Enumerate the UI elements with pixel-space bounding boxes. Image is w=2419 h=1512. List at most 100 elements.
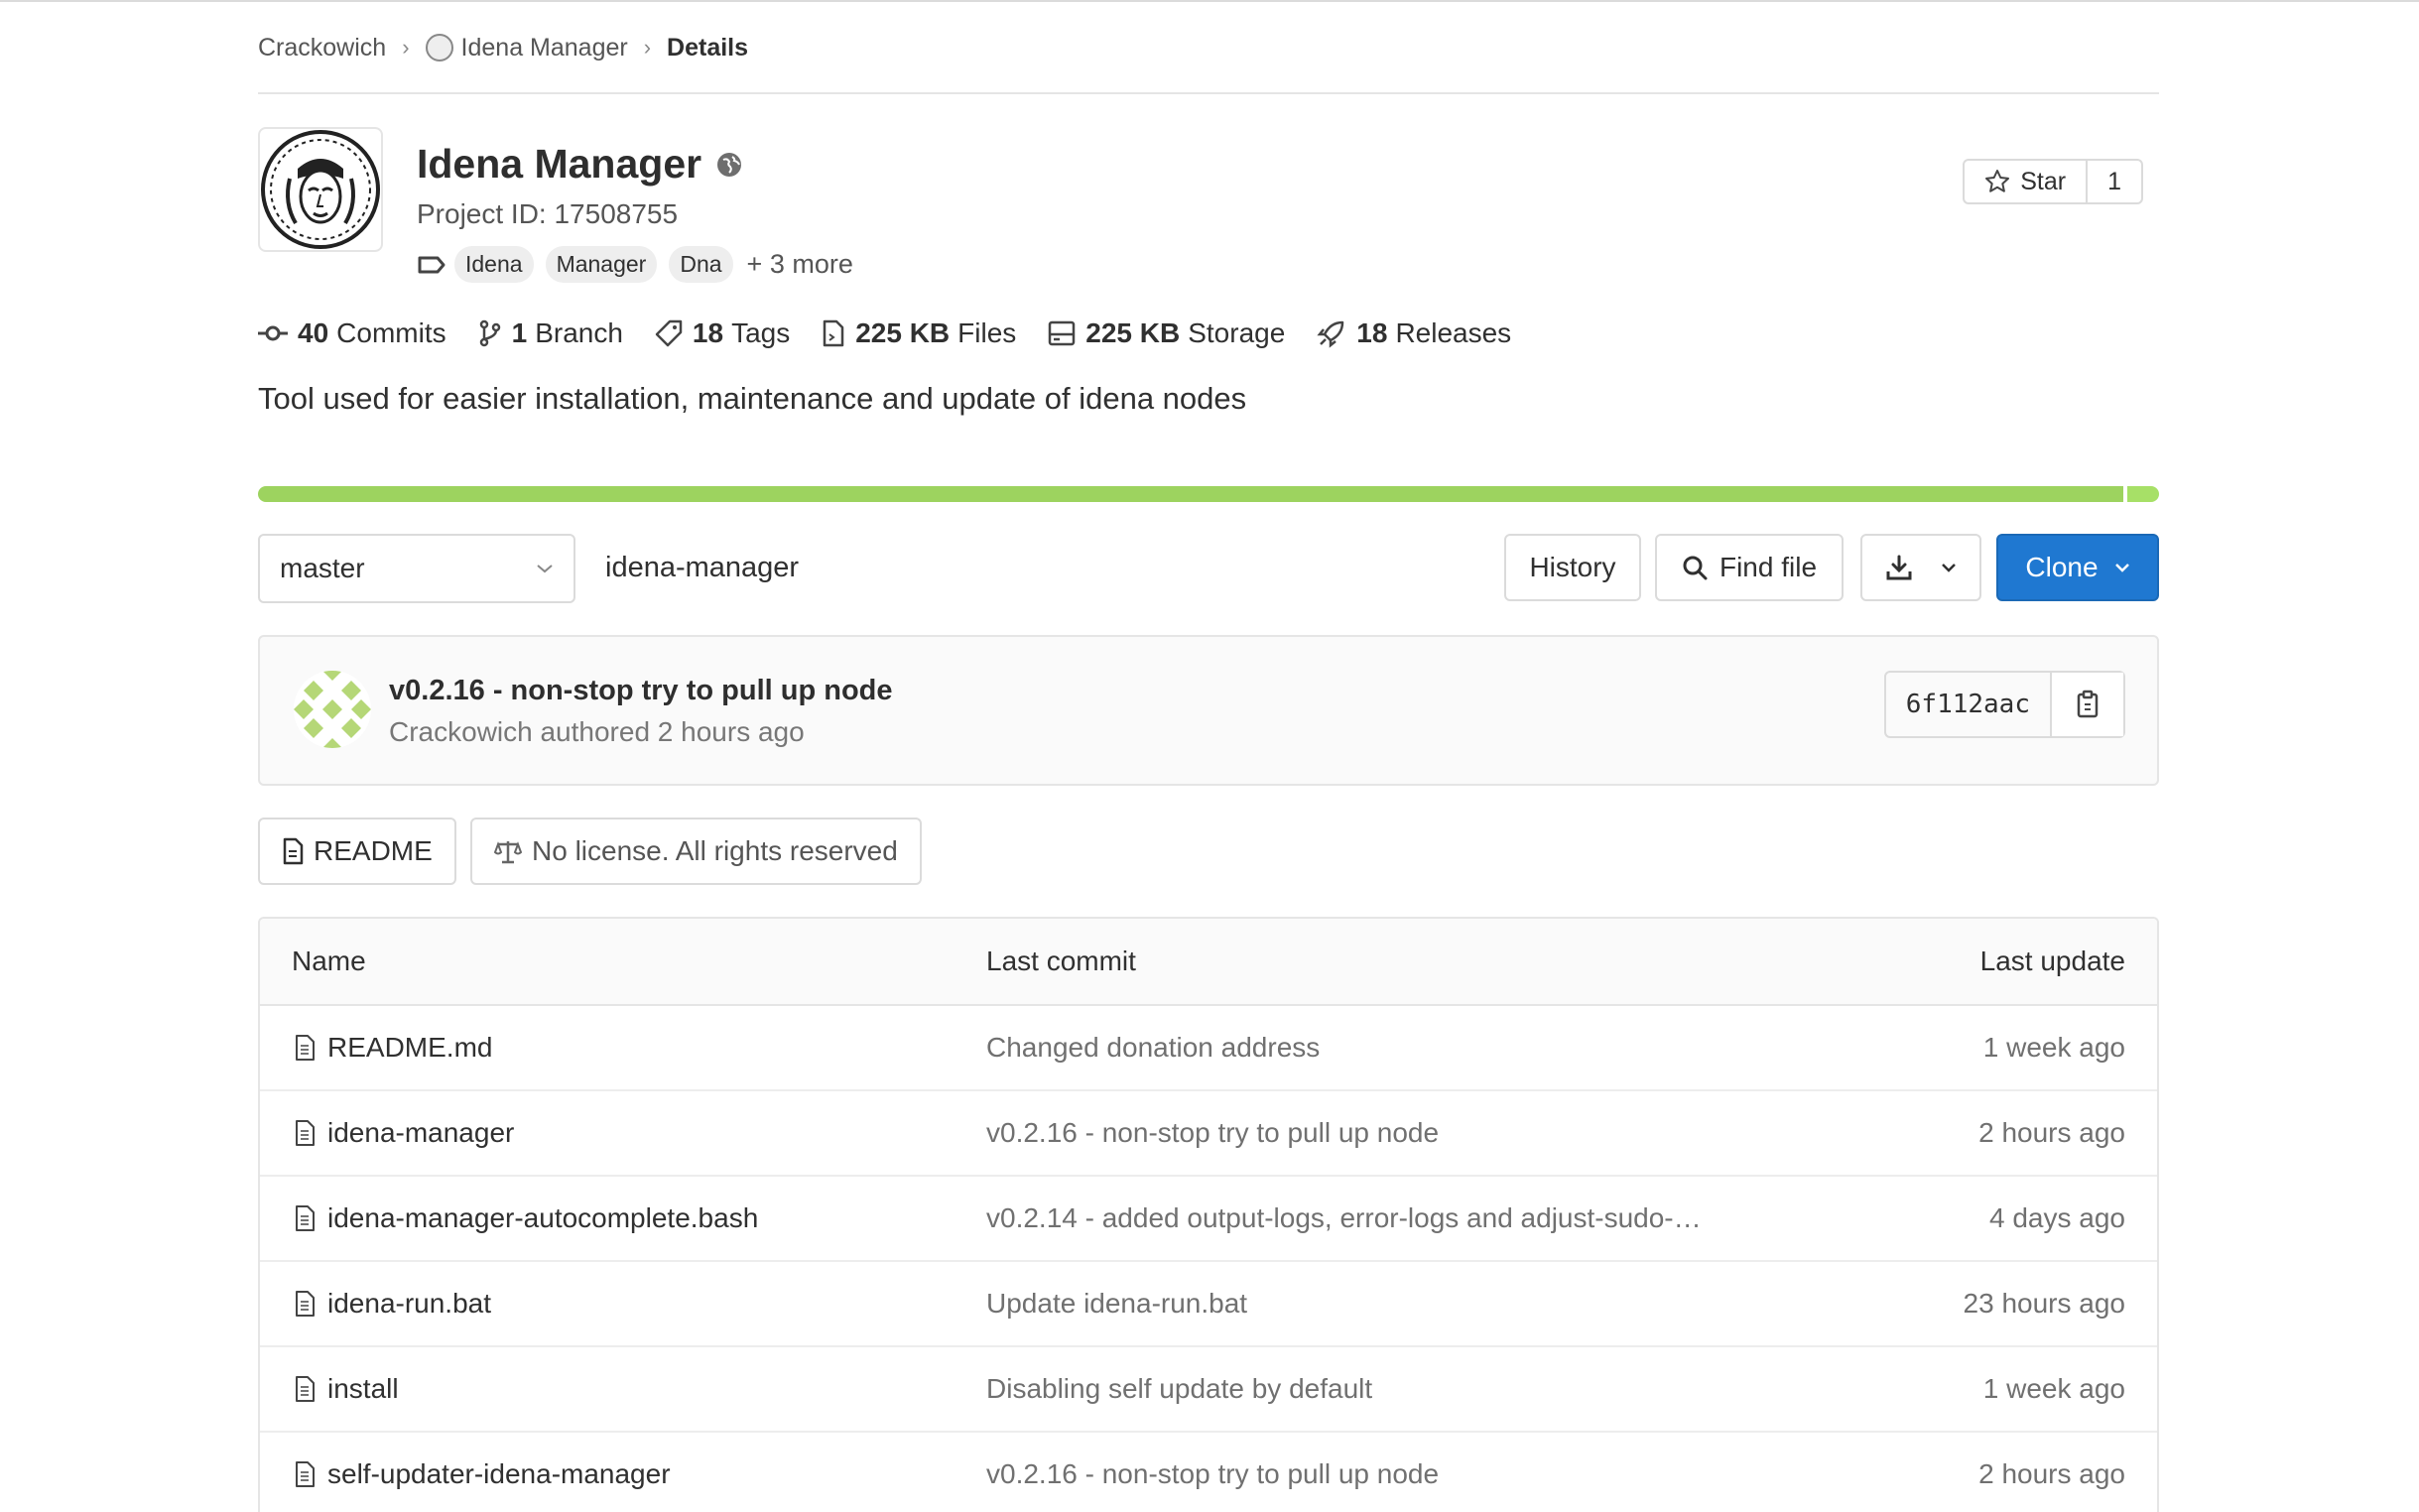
topic-pill[interactable]: Dna	[669, 246, 733, 283]
chevron-right-icon: ›	[402, 35, 410, 60]
project-id: Project ID: 17508755	[417, 198, 679, 229]
file-name[interactable]: idena-manager	[327, 1117, 514, 1149]
column-header-commit: Last commit	[986, 945, 1136, 976]
stat-number: 1	[511, 317, 528, 348]
commit-sha[interactable]: 6f112aac	[1886, 673, 2052, 736]
file-last-update: 23 hours ago	[1963, 1288, 2125, 1319]
copy-sha-button[interactable]	[2052, 673, 2123, 736]
stat-number: 225 KB	[1085, 317, 1181, 348]
history-button[interactable]: History	[1504, 534, 1641, 601]
clone-button[interactable]: Clone	[1996, 534, 2159, 601]
chevron-down-icon	[1942, 564, 1956, 572]
readme-button[interactable]: README	[258, 818, 456, 885]
label-icon	[418, 256, 446, 273]
stat-files: 225 KB Files	[822, 317, 1016, 349]
file-name[interactable]: README.md	[327, 1032, 492, 1064]
project-avatar[interactable]	[258, 127, 383, 252]
file-name[interactable]: idena-manager-autocomplete.bash	[327, 1202, 758, 1234]
file-last-commit[interactable]: v0.2.16 - non-stop try to pull up node	[986, 1458, 1439, 1490]
stat-releases[interactable]: 18 Releases	[1317, 317, 1511, 349]
commit-sha-group: 6f112aac	[1883, 671, 2125, 738]
topic-list: Idena Manager Dna + 3 more	[417, 246, 853, 283]
stat-label: Commits	[336, 317, 446, 348]
stat-number: 40	[298, 317, 329, 348]
file-name-cell[interactable]: install	[294, 1373, 399, 1405]
branch-select[interactable]: master	[258, 534, 575, 603]
chevron-down-icon	[537, 565, 553, 573]
commit-meta: Crackowich authored 2 hours ago	[389, 716, 805, 747]
repository-path[interactable]: idena-manager	[605, 552, 799, 584]
stat-label: Branch	[535, 317, 623, 348]
stat-storage: 225 KB Storage	[1048, 317, 1285, 349]
file-last-update: 4 days ago	[1989, 1202, 2125, 1233]
stat-commits[interactable]: 40 Commits	[258, 317, 446, 349]
table-row[interactable]: self-updater-idena-manager v0.2.16 - non…	[260, 1433, 2157, 1512]
file-tree-table: Name Last commit Last update README.md C…	[258, 917, 2159, 1512]
project-mini-avatar	[425, 34, 453, 62]
history-button-label: History	[1529, 552, 1616, 582]
star-control: Star 1	[1963, 159, 2143, 204]
file-last-commit[interactable]: v0.2.14 - added output-logs, error-logs …	[986, 1202, 1702, 1234]
star-button[interactable]: Star	[1965, 161, 2089, 202]
stat-label: Files	[957, 317, 1017, 348]
language-segment-primary[interactable]	[258, 486, 2123, 502]
file-name[interactable]: install	[327, 1373, 399, 1405]
stat-number: 225 KB	[855, 317, 951, 348]
file-last-commit[interactable]: Update idena-run.bat	[986, 1288, 1247, 1320]
download-button[interactable]	[1860, 534, 1981, 601]
file-last-commit[interactable]: v0.2.16 - non-stop try to pull up node	[986, 1117, 1439, 1149]
license-label: No license. All rights reserved	[532, 835, 898, 866]
file-name[interactable]: idena-run.bat	[327, 1288, 491, 1320]
table-row[interactable]: README.md Changed donation address 1 wee…	[260, 1006, 2157, 1091]
project-title: Idena Manager	[417, 141, 743, 188]
clone-button-label: Clone	[2025, 552, 2099, 582]
breadcrumb-item-project[interactable]: Idena Manager	[461, 34, 628, 63]
file-last-commit[interactable]: Changed donation address	[986, 1032, 1320, 1064]
file-name[interactable]: self-updater-idena-manager	[327, 1458, 671, 1490]
scale-icon	[494, 841, 522, 864]
topic-pill[interactable]: Idena	[454, 246, 534, 283]
stat-label: Releases	[1395, 317, 1512, 348]
chevron-right-icon: ›	[643, 35, 652, 60]
project-description: Tool used for easier installation, maint…	[258, 381, 1247, 416]
last-commit-panel: v0.2.16 - non-stop try to pull up node C…	[258, 635, 2159, 786]
table-row[interactable]: idena-run.bat Update idena-run.bat 23 ho…	[260, 1262, 2157, 1347]
topic-pill[interactable]: Manager	[545, 246, 658, 283]
file-last-commit[interactable]: Disabling self update by default	[986, 1373, 1372, 1405]
tag-icon	[655, 319, 683, 347]
commit-icon	[258, 325, 288, 341]
find-file-button[interactable]: Find file	[1655, 534, 1844, 601]
commit-title[interactable]: v0.2.16 - non-stop try to pull up node	[389, 675, 893, 707]
column-header-name: Name	[292, 945, 366, 976]
table-row[interactable]: idena-manager v0.2.16 - non-stop try to …	[260, 1091, 2157, 1177]
file-last-update: 1 week ago	[1982, 1373, 2125, 1404]
file-name-cell[interactable]: README.md	[294, 1032, 492, 1064]
file-name-cell[interactable]: idena-manager	[294, 1117, 514, 1149]
file-name-cell[interactable]: self-updater-idena-manager	[294, 1458, 671, 1490]
stat-tags[interactable]: 18 Tags	[655, 317, 790, 349]
more-topics-link[interactable]: + 3 more	[747, 249, 853, 280]
file-icon	[296, 1205, 315, 1231]
author-avatar[interactable]	[294, 671, 371, 748]
star-count[interactable]: 1	[2088, 161, 2141, 202]
license-button[interactable]: No license. All rights reserved	[470, 818, 922, 885]
language-segment-secondary[interactable]	[2127, 486, 2159, 502]
breadcrumb-item-current[interactable]: Details	[667, 34, 748, 63]
rocket-icon	[1317, 320, 1344, 348]
breadcrumb-item-group[interactable]: Crackowich	[258, 34, 386, 63]
stat-number: 18	[692, 317, 724, 348]
project-stats: 40 Commits 1 Branch 18 Tags 225 KB Files…	[258, 317, 1543, 349]
file-name-cell[interactable]: idena-manager-autocomplete.bash	[294, 1202, 758, 1234]
file-name-cell[interactable]: idena-run.bat	[294, 1288, 491, 1320]
storage-icon	[1049, 320, 1076, 346]
branch-select-value: master	[280, 553, 365, 583]
stat-number: 18	[1356, 317, 1388, 348]
stat-branches[interactable]: 1 Branch	[478, 317, 623, 349]
file-icon	[823, 319, 844, 347]
table-row[interactable]: install Disabling self update by default…	[260, 1347, 2157, 1433]
table-row[interactable]: idena-manager-autocomplete.bash v0.2.14 …	[260, 1177, 2157, 1262]
download-icon	[1886, 555, 1912, 580]
globe-icon	[717, 152, 742, 177]
repository-language-bar[interactable]	[258, 486, 2159, 502]
file-icon	[296, 1291, 315, 1317]
